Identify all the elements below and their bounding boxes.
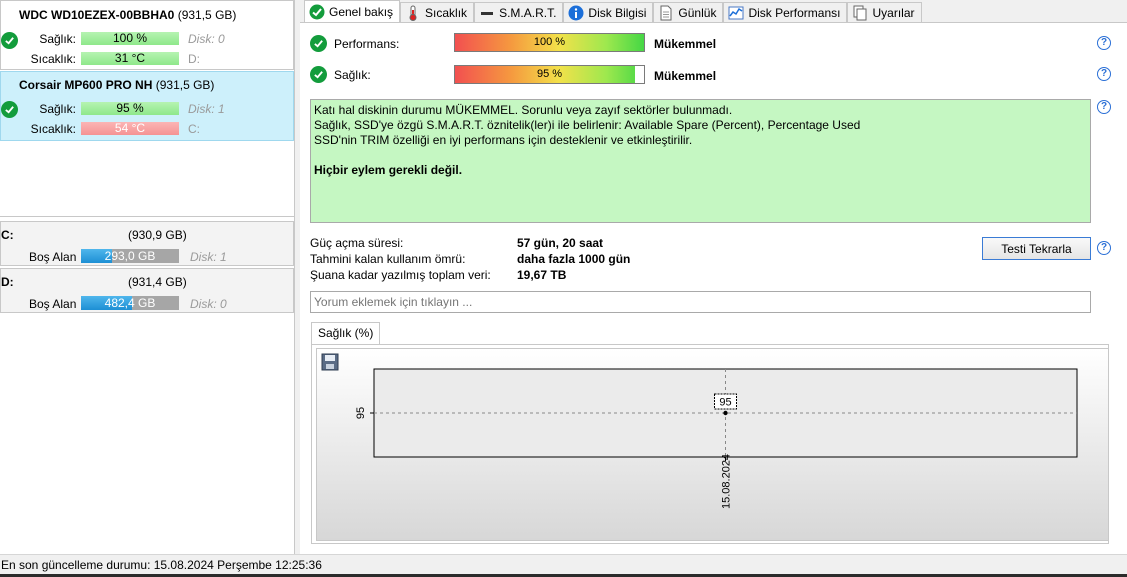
drive-letter: C: (188, 122, 200, 136)
drive-letter: D: (188, 52, 200, 66)
health-bar: 100 % (81, 32, 179, 45)
lifetime-value: daha fazla 1000 gün (517, 252, 631, 266)
tab-disk-performance[interactable]: Disk Performansı (723, 2, 848, 23)
health-help-icon[interactable]: ? (1097, 67, 1111, 81)
temperature-label: Sıcaklık: (30, 52, 76, 66)
performance-result: Mükemmel (654, 37, 717, 51)
retest-button[interactable]: Testi Tekrarla (982, 237, 1091, 260)
data-point (723, 410, 728, 416)
free-space-label: Boş Alan (29, 297, 77, 311)
tab-label: Disk Performansı (748, 6, 841, 20)
health-label: Sağlık: (39, 32, 76, 46)
data-label: 95 (719, 397, 731, 409)
action-required-text: Hiçbir eylem gerekli değil. (314, 163, 463, 177)
status-line: Sağlık, SSD'ye özgü S.M.A.R.T. öznitelik… (314, 118, 861, 132)
x-tick-label: 15.08.2024 (721, 454, 733, 509)
document-icon (658, 5, 674, 21)
temperature-bar: 54 °C (81, 122, 179, 135)
free-space-value: 482,4 GB (104, 296, 156, 310)
tab-label: S.M.A.R.T. (499, 6, 557, 20)
health-bar: 95 % (81, 102, 179, 115)
disk-number: Disk: 1 (188, 102, 225, 116)
performance-help-icon[interactable]: ? (1097, 36, 1111, 50)
last-update-text: En son güncelleme durumu: 15.08.2024 Per… (1, 558, 322, 572)
divider (0, 216, 294, 217)
comment-input[interactable] (310, 291, 1091, 313)
health-label: Sağlık: (39, 102, 76, 116)
status-help-icon[interactable]: ? (1097, 100, 1111, 114)
disk-entry-0[interactable]: WDC WD10EZEX-00BBHA0 (931,5 GB) Sağlık: … (0, 0, 294, 70)
volume-letter: C: (1, 228, 14, 242)
temperature-label: Sıcaklık: (30, 122, 76, 136)
disk-number: Disk: 0 (188, 32, 225, 46)
free-space-bar: 293,0 GB (81, 249, 179, 263)
volume-entry-c[interactable]: C: (930,9 GB) Boş Alan 293,0 GB Disk: 1 (0, 221, 294, 266)
thermometer-icon (405, 5, 421, 21)
performance-bar: 100 % (454, 33, 645, 52)
tab-log[interactable]: Günlük (653, 2, 724, 23)
disk-title: Corsair MP600 PRO NH (931,5 GB) (19, 78, 214, 92)
health-chart: 15.08.2024 95 95 (316, 348, 1109, 541)
pages-icon (852, 5, 868, 21)
volume-entry-d[interactable]: D: (931,4 GB) Boş Alan 482,4 GB Disk: 0 (0, 268, 294, 313)
status-line: SSD'nin TRIM özelliği en iyi performans … (314, 133, 693, 147)
health-result: Mükemmel (654, 69, 717, 83)
y-tick-label: 95 (355, 407, 367, 419)
tab-disk-info[interactable]: Disk Bilgisi (563, 2, 654, 23)
info-icon (568, 5, 584, 21)
disk-name: Corsair MP600 PRO NH (19, 78, 153, 92)
volume-disk-number: Disk: 0 (190, 297, 227, 311)
free-space-value: 293,0 GB (104, 249, 156, 263)
health-label: Sağlık: (334, 68, 371, 82)
written-value: 19,67 TB (517, 268, 567, 282)
volume-disk-number: Disk: 1 (190, 250, 227, 264)
tab-temperature[interactable]: Sıcaklık (400, 2, 475, 23)
tab-overview[interactable]: Genel bakış (304, 0, 401, 23)
health-value: 95 % (536, 68, 563, 80)
lifetime-label: Tahmini kalan kullanım ömrü: (310, 252, 466, 266)
power-on-label: Güç açma süresi: (310, 236, 404, 250)
health-chart-frame: 15.08.2024 95 95 (311, 344, 1109, 544)
power-on-value: 57 gün, 20 saat (517, 236, 604, 250)
tab-alerts[interactable]: Uyarılar (847, 2, 922, 23)
retest-help-icon[interactable]: ? (1097, 241, 1111, 255)
tab-label: Genel bakış (329, 5, 394, 19)
disk-title: WDC WD10EZEX-00BBHA0 (931,5 GB) (19, 8, 236, 22)
status-line: Katı hal diskinin durumu MÜKEMMEL. Sorun… (314, 103, 733, 117)
tab-label: Sıcaklık (425, 6, 468, 20)
tab-smart[interactable]: S.M.A.R.T. (474, 2, 564, 23)
performance-ok-icon (310, 35, 327, 52)
volume-size: (930,9 GB) (128, 228, 187, 242)
tab-label: Disk Bilgisi (588, 6, 647, 20)
status-bar: En son güncelleme durumu: 15.08.2024 Per… (0, 554, 1127, 574)
health-ok-icon (310, 66, 327, 83)
performance-value: 100 % (533, 36, 566, 48)
chart-plot: 15.08.2024 95 95 (355, 368, 1078, 509)
disk-name: WDC WD10EZEX-00BBHA0 (19, 8, 175, 22)
tab-health-chart[interactable]: Sağlık (%) (311, 322, 381, 344)
overview-panel: Performans: 100 % Mükemmel ? Sağlık: 95 … (300, 22, 1127, 554)
tab-label: Uyarılar (872, 6, 915, 20)
temperature-bar: 31 °C (81, 52, 179, 65)
disk-list-panel: WDC WD10EZEX-00BBHA0 (931,5 GB) Sağlık: … (0, 0, 295, 554)
tab-label: Günlük (678, 6, 717, 20)
status-description: Katı hal diskinin durumu MÜKEMMEL. Sorun… (310, 99, 1091, 223)
disk-entry-1[interactable]: Corsair MP600 PRO NH (931,5 GB) Sağlık: … (0, 71, 294, 141)
free-space-label: Boş Alan (29, 250, 77, 264)
volume-letter: D: (1, 275, 14, 289)
smart-dash-icon (479, 5, 495, 21)
volume-size: (931,4 GB) (128, 275, 187, 289)
free-space-bar: 482,4 GB (81, 296, 179, 310)
health-bar: 95 % (454, 65, 645, 84)
written-label: Şuana kadar yazılmış toplam veri: (310, 268, 491, 282)
check-circle-icon (309, 4, 325, 20)
disk-capacity: (931,5 GB) (155, 78, 215, 92)
chart-icon (728, 5, 744, 21)
tab-bar: Genel bakış Sıcaklık S.M.A.R.T. Disk Bil… (304, 0, 922, 23)
disk-capacity: (931,5 GB) (177, 8, 237, 22)
performance-label: Performans: (334, 37, 400, 51)
